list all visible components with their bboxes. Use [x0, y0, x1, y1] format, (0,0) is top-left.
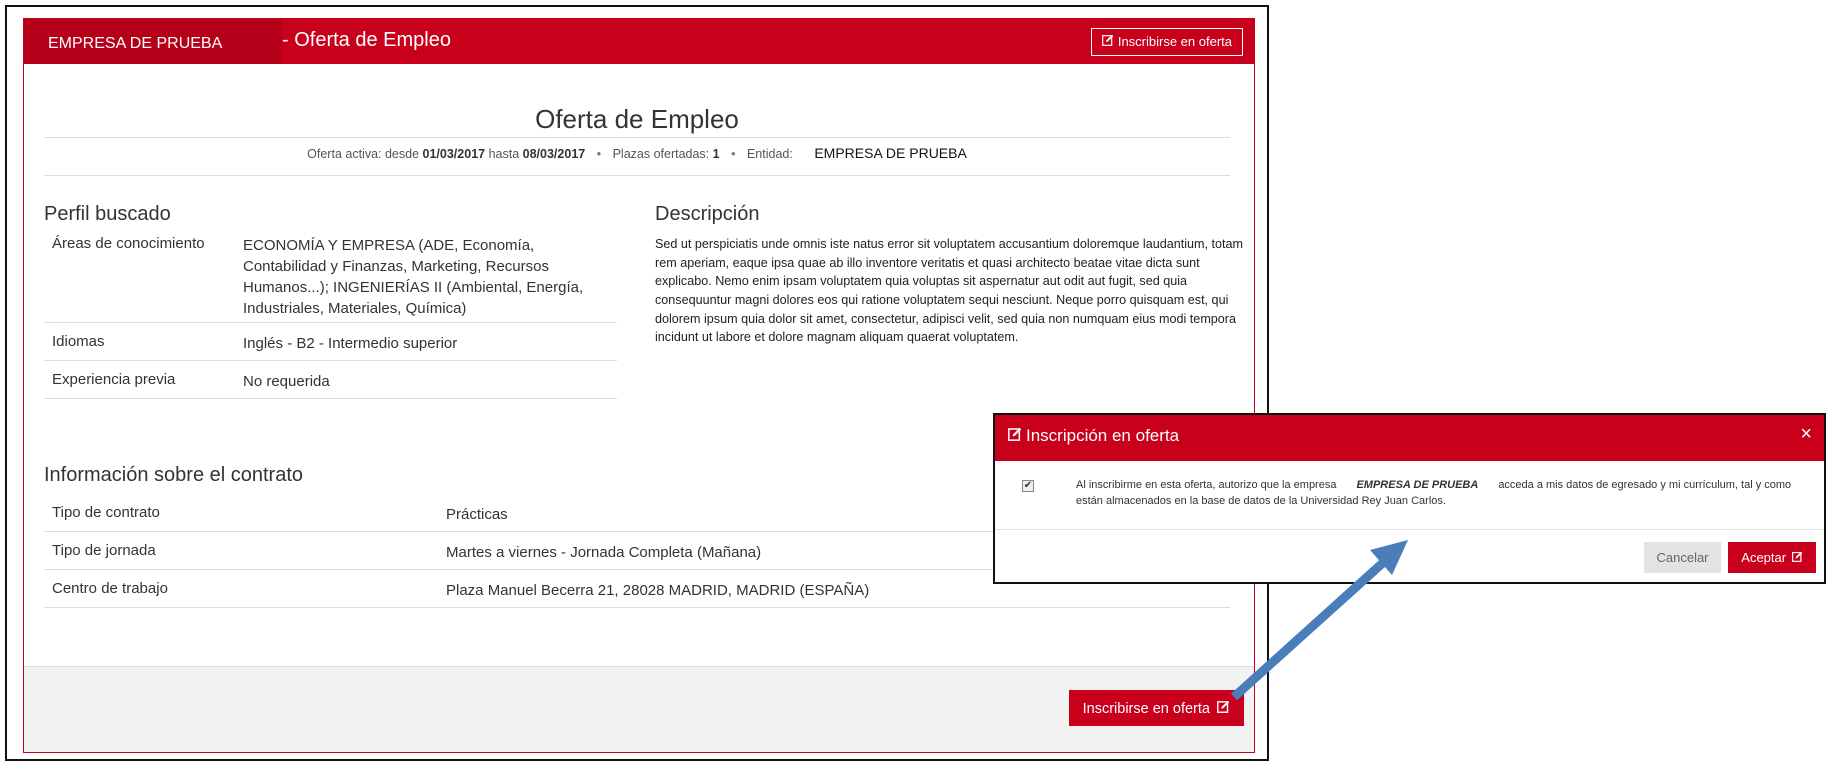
modal-title: Inscripción en oferta [1008, 426, 1179, 446]
header-inscribe-button[interactable]: Inscribirse en oferta [1090, 28, 1243, 56]
contract-row-label: Tipo de contrato [52, 504, 160, 521]
contract-row-workplace: Centro de trabajo Plaza Manuel Becerra 2… [44, 580, 1230, 608]
divider [44, 175, 1230, 176]
entity-name: EMPRESA DE PRUEBA [814, 145, 967, 161]
consent-text: Al inscribirme en esta oferta, autorizo … [1076, 478, 1818, 510]
contract-row-value: Martes a viernes - Jornada Completa (Mañ… [446, 544, 762, 561]
edit-icon [1791, 550, 1803, 565]
profile-row-label: Idiomas [52, 333, 105, 350]
header-inscribe-label: Inscribirse en oferta [1117, 34, 1232, 49]
offer-meta: Oferta activa: desde 01/03/2017 hasta 08… [44, 145, 1230, 161]
edit-icon [1008, 426, 1022, 446]
cancel-button[interactable]: Cancelar [1644, 542, 1721, 573]
entity-label: Entidad: [746, 147, 793, 161]
profile-row-label: Experiencia previa [52, 371, 176, 388]
close-icon[interactable]: × [1800, 423, 1812, 446]
consent-company: EMPRESA DE PRUEBA [1356, 479, 1479, 491]
profile-row-experience: Experiencia previa No requerida [44, 371, 617, 399]
footer-inscribe-button[interactable]: Inscribirse en oferta [1068, 690, 1244, 726]
contract-row-label: Centro de trabajo [52, 580, 168, 597]
from-date: 01/03/2017 [422, 147, 486, 161]
contract-row-value: Prácticas [446, 506, 508, 523]
modal-divider [995, 529, 1824, 530]
inscription-modal: Inscripción en oferta × ✔ Al inscribirme… [993, 413, 1826, 584]
meta-separator: • [596, 147, 602, 161]
accept-label: Aceptar [1741, 550, 1787, 565]
to-label: hasta [488, 147, 520, 161]
company-name-badge: EMPRESA DE PRUEBA [24, 19, 282, 64]
profile-section-title: Perfil buscado [44, 203, 171, 225]
description-section-title: Descripción [655, 203, 760, 225]
to-date: 08/03/2017 [522, 147, 586, 161]
profile-row-areas: Áreas de conocimiento ECONOMÍA Y EMPRESA… [44, 235, 617, 323]
edit-icon [1101, 34, 1114, 49]
modal-header: Inscripción en oferta × [995, 415, 1824, 461]
accept-button[interactable]: Aceptar [1728, 542, 1816, 573]
consent-text-before: Al inscribirme en esta oferta, autorizo … [1076, 479, 1337, 491]
vacancies-count: 1 [712, 147, 720, 161]
profile-row-value: No requerida [243, 373, 330, 390]
footer-inscribe-label: Inscribirse en oferta [1082, 701, 1210, 717]
from-label: desde [384, 147, 420, 161]
divider [44, 137, 1230, 138]
contract-row-label: Tipo de jornada [52, 542, 156, 559]
panel-footer: Inscribirse en oferta [24, 666, 1254, 752]
edit-icon [1217, 700, 1230, 717]
active-label: Oferta activa: [307, 147, 382, 161]
description-text: Sed ut perspiciatis unde omnis iste natu… [655, 237, 1244, 345]
modal-title-text: Inscripción en oferta [1026, 426, 1180, 445]
meta-separator: • [731, 147, 736, 161]
consent-checkbox[interactable]: ✔ [1022, 480, 1034, 492]
page-title: Oferta de Empleo [535, 104, 739, 134]
panel-header: EMPRESA DE PRUEBA - Oferta de Empleo Ins… [24, 19, 1254, 64]
profile-row-languages: Idiomas Inglés - B2 - Intermedio superio… [44, 333, 617, 361]
profile-row-value: ECONOMÍA Y EMPRESA (ADE, Economía, Conta… [243, 237, 584, 317]
profile-row-value: Inglés - B2 - Intermedio superior [243, 335, 458, 352]
contract-section-title: Información sobre el contrato [44, 464, 304, 486]
header-title: - Oferta de Empleo [282, 29, 451, 51]
vacancies-label: Plazas ofertadas: [612, 147, 710, 161]
contract-row-value: Plaza Manuel Becerra 21, 28028 MADRID, M… [446, 582, 870, 599]
job-offer-panel: EMPRESA DE PRUEBA - Oferta de Empleo Ins… [23, 18, 1255, 753]
profile-row-label: Áreas de conocimiento [52, 235, 205, 252]
